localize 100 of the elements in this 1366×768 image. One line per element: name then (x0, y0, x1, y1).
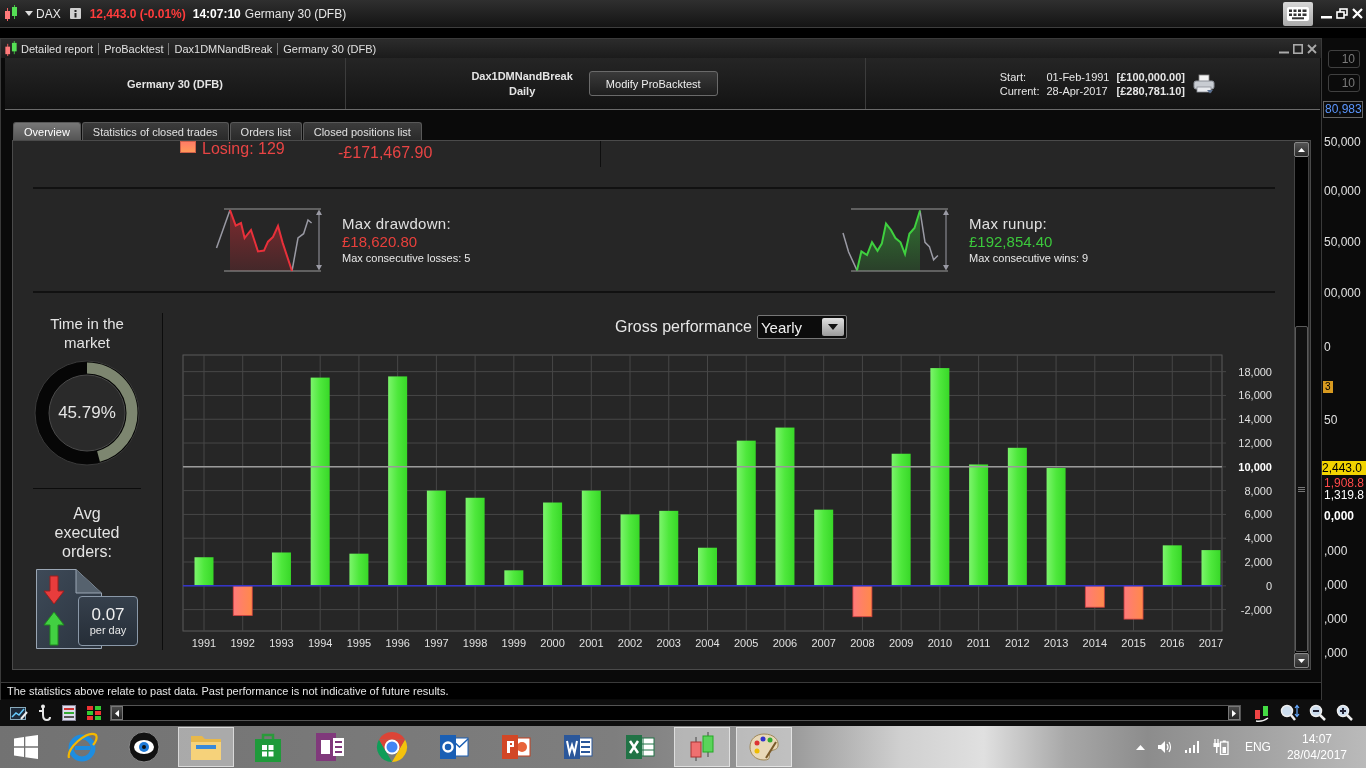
e-logo-icon (66, 731, 98, 763)
axis-label: 14,000 (1238, 413, 1272, 426)
tab[interactable]: Statistics of closed trades (81, 122, 229, 140)
modify-button[interactable]: Modify ProBacktest (588, 71, 718, 96)
axis-label: 1994 (307, 637, 333, 649)
printer-icon[interactable] (1193, 73, 1215, 94)
price-label: 1,908.8 (1324, 477, 1365, 489)
candlestick-icon (689, 731, 715, 763)
axis-label: 2014 (1082, 637, 1108, 649)
scroll-right-button[interactable] (1228, 706, 1240, 720)
axis-label: 2001 (579, 637, 604, 649)
value-field[interactable]: 10 (1328, 74, 1360, 92)
restore-icon[interactable] (1336, 8, 1348, 19)
scroll-left-button[interactable] (111, 706, 123, 720)
time-in-market-title: Time in the market (49, 314, 125, 352)
chart-bar (1123, 585, 1144, 620)
arrow-right-icon (1232, 709, 1236, 717)
scrollbar-thumb[interactable] (1295, 326, 1308, 652)
horizontal-scrollbar[interactable] (110, 705, 1241, 721)
symbol-label[interactable]: DAX (36, 6, 61, 21)
hook-icon[interactable] (38, 704, 52, 722)
orders-rate-unit: per day (89, 624, 127, 637)
axis-label: 2005 (734, 637, 759, 649)
eye-icon (128, 731, 160, 763)
axis-label: 10,000 (1238, 460, 1272, 473)
time-in-market-value: 45.79% (58, 403, 116, 423)
caret-down-icon (827, 324, 838, 330)
chart-bar (698, 547, 717, 586)
tab[interactable]: Closed positions list (302, 122, 422, 140)
magnifier-arrows-icon[interactable] (1280, 704, 1300, 722)
axis-label: ,000 (1324, 612, 1348, 626)
axis-label: -2,000 (1240, 603, 1272, 616)
value-field[interactable]: 10 (1328, 50, 1360, 68)
maximize-icon[interactable] (1293, 43, 1303, 54)
axis-label: 12,000 (1238, 437, 1272, 450)
losing-count: Losing: 129 (202, 141, 285, 156)
capital-date: 28-Apr-2017 (1046, 83, 1109, 98)
scroll-up-button[interactable] (1294, 142, 1309, 157)
zoom-out-icon[interactable] (1309, 704, 1327, 722)
price-quote: 12,443.0 (-0.01%) (89, 6, 186, 21)
axis-label: 2008 (850, 637, 875, 649)
palette-icon (748, 732, 780, 762)
quote-time: 14:07:10 (192, 6, 241, 21)
stat-detail: Max consecutive wins: 9 (969, 251, 1089, 265)
list-icon[interactable] (62, 705, 76, 721)
arrow-up-icon (1298, 147, 1305, 152)
axis-label: 2002 (617, 637, 643, 649)
system-name: Dax1DMNandBreak (471, 68, 573, 84)
stat-title: Max runup: (969, 215, 1049, 233)
scroll-down-button[interactable] (1294, 653, 1309, 668)
keyboard-button[interactable] (1283, 1, 1313, 26)
capital-amount: [£280,781.10] (1116, 83, 1185, 98)
axis-label: 2017 (1198, 637, 1224, 649)
period-select[interactable]: Yearly (756, 315, 847, 339)
axis-label: 2011 (966, 637, 991, 649)
bar-stack-icon[interactable] (86, 705, 102, 721)
losing-swatch-icon (180, 141, 196, 153)
axis-label: 2007 (811, 637, 836, 649)
start-button-icon[interactable] (13, 735, 38, 759)
shopping-bag-icon (253, 731, 283, 763)
instrument-title: Germany 30 (DFB) (127, 77, 223, 90)
axis-label: 1993 (269, 637, 294, 649)
axis-label: 50,000 (1324, 135, 1361, 149)
breadcrumb-text: Germany 30 (DFB) (277, 42, 382, 55)
axis-label: 6,000 (1244, 508, 1272, 521)
chart-bar (1084, 585, 1105, 608)
zoom-in-icon[interactable] (1336, 704, 1354, 722)
breadcrumb-text: Detailed report (20, 42, 95, 55)
show-hidden-icons-icon[interactable] (1135, 744, 1145, 750)
avg-orders-title: Avg executed orders: (53, 504, 121, 561)
chart-bar (504, 570, 524, 586)
ring-logo-icon (376, 731, 408, 763)
chart-edit-icon[interactable] (10, 705, 28, 721)
speaker-icon[interactable] (1156, 740, 1173, 754)
info-icon[interactable] (69, 8, 81, 19)
tab[interactable]: Overview (13, 122, 81, 140)
candlestick-icon (4, 40, 18, 57)
slides-tile-icon (501, 732, 531, 762)
axis-label: ,000 (1324, 646, 1348, 660)
axis-label: 2012 (1005, 637, 1030, 649)
candlestick-icon[interactable] (1253, 704, 1271, 722)
tab[interactable]: Orders list (229, 122, 302, 140)
axis-label: 0,000 (1324, 509, 1355, 523)
capital-label: Start: (999, 69, 1028, 84)
caret-down-icon[interactable] (25, 11, 33, 16)
plug-battery-icon[interactable] (1212, 739, 1229, 755)
chart-bar (852, 585, 873, 618)
chart-bar (232, 585, 253, 616)
orders-rate-value: 0.07 (91, 605, 125, 624)
arrow-down-icon (1298, 658, 1305, 663)
price-tag: 3 (1323, 381, 1333, 393)
signal-bars-icon[interactable] (1184, 741, 1201, 753)
stat-title: Max drawdown: (342, 215, 452, 233)
axis-label: 2004 (695, 637, 720, 649)
axis-label: 4,000 (1244, 532, 1272, 545)
losing-amount: -£171,467.90 (338, 145, 434, 161)
price-tag: 2,443.0 (1322, 461, 1366, 475)
close-icon[interactable] (1307, 43, 1317, 54)
axis-label: 1995 (346, 637, 372, 649)
axis-label: 8,000 (1244, 484, 1272, 497)
